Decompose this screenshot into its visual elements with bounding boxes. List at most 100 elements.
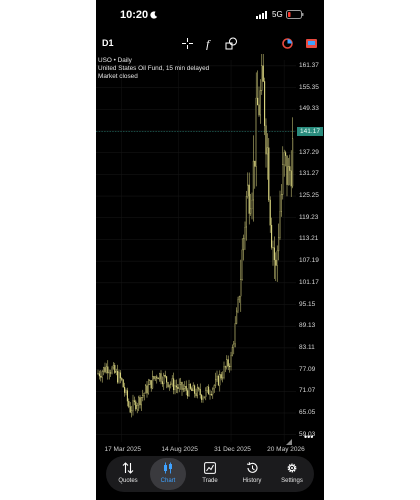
candle-body	[276, 250, 278, 266]
candle-body	[161, 381, 163, 385]
candle-body	[154, 376, 156, 379]
price-axis-label: 95.15	[299, 300, 316, 308]
svg-text:f: f	[206, 37, 211, 50]
timeframe-selector[interactable]: D1	[102, 38, 114, 48]
chart-toolbar: D1 f	[96, 34, 324, 54]
nav-trade-label: Trade	[202, 478, 218, 484]
candle-body	[177, 387, 179, 389]
candle-body	[283, 152, 285, 165]
candle-body	[209, 394, 211, 395]
candle-body	[245, 196, 247, 228]
candle-body	[173, 378, 175, 391]
timer-icon[interactable]	[282, 38, 293, 49]
candle-body	[156, 376, 158, 379]
nav-quotes[interactable]: Quotes	[108, 456, 148, 492]
chart-candles-icon	[164, 462, 172, 474]
nav-trade[interactable]: Trade	[190, 456, 230, 492]
candle-body	[153, 376, 155, 379]
candle-body	[112, 365, 114, 369]
candle-body	[129, 406, 131, 413]
candle-body	[289, 166, 291, 171]
trading-account-icon[interactable]	[306, 39, 317, 48]
price-axis-label: 65.05	[299, 408, 316, 416]
candle-body	[150, 380, 152, 389]
scroll-to-end-icon[interactable]	[286, 439, 292, 445]
candle-body	[124, 387, 126, 393]
price-axis-label: 107.19	[299, 257, 319, 265]
date-axis-label: 17 Mar 2025	[104, 446, 142, 453]
candle-body	[278, 237, 280, 252]
nav-chart[interactable]: Chart	[148, 456, 188, 492]
candle-body	[139, 397, 141, 406]
candle-body	[212, 388, 214, 395]
candle-body	[182, 388, 184, 390]
candle-body	[147, 384, 149, 394]
candle-body	[244, 226, 246, 239]
price-axis-label: 149.33	[299, 105, 319, 113]
candle-body	[201, 394, 203, 400]
candle-body	[167, 382, 169, 388]
candle-body	[206, 386, 208, 391]
candle-body	[292, 138, 294, 187]
signal-icon	[256, 11, 267, 19]
candle-body	[257, 97, 259, 106]
status-bar: 10:20 5G	[96, 0, 324, 32]
nav-settings[interactable]: Settings	[272, 456, 312, 492]
more-options-icon[interactable]: •••	[304, 432, 313, 442]
nav-history[interactable]: History	[232, 456, 272, 492]
date-axis-label: 31 Dec 2025	[214, 446, 251, 453]
nav-settings-label: Settings	[281, 478, 303, 484]
candle-body	[279, 211, 281, 238]
candle-body	[273, 247, 275, 261]
price-axis-label: 89.13	[299, 322, 316, 330]
nav-chart-label: Chart	[160, 478, 176, 484]
candle-body	[241, 249, 243, 280]
candle-body	[128, 401, 130, 407]
chart-canvas[interactable]	[96, 54, 324, 456]
price-axis-label: 77.09	[299, 365, 316, 373]
candle-body	[196, 387, 198, 397]
candle-body	[164, 374, 166, 377]
candle-body	[98, 373, 100, 377]
candle-body	[205, 390, 207, 397]
candle-body	[121, 378, 123, 380]
candle-body	[171, 378, 173, 385]
candle-body	[115, 371, 117, 373]
price-axis-label: 125.25	[299, 192, 319, 200]
candle-body	[215, 378, 217, 386]
price-axis-label: 71.07	[299, 387, 316, 395]
crosshair-icon[interactable]	[182, 38, 193, 49]
candle-body	[231, 347, 233, 356]
candle-body	[149, 380, 151, 385]
candle-body	[101, 371, 103, 378]
candle-body	[265, 125, 267, 155]
candle-body	[117, 371, 119, 383]
history-icon	[246, 462, 258, 473]
candle-body	[135, 401, 137, 410]
candle-body	[240, 279, 242, 297]
candle-body	[125, 390, 127, 393]
nav-history-label: History	[242, 478, 262, 484]
candle-body	[213, 385, 215, 390]
candle-body	[178, 384, 180, 389]
candle-body	[198, 387, 200, 390]
price-chart[interactable]: USO • Daily United States Oil Fund, 15 m…	[96, 54, 324, 456]
candle-body	[143, 393, 145, 396]
objects-icon[interactable]	[225, 37, 238, 50]
candle-body	[203, 396, 205, 399]
candle-body	[254, 160, 256, 167]
candle-body	[184, 386, 186, 389]
candle-body	[189, 384, 191, 389]
market-status: Market closed	[98, 72, 138, 80]
candle-body	[191, 388, 193, 392]
candle-body	[261, 65, 263, 91]
candle-body	[199, 389, 201, 396]
candle-body	[170, 383, 172, 386]
indicators-icon[interactable]: f	[204, 37, 216, 50]
candle-body	[222, 377, 224, 379]
quotes-icon	[122, 462, 134, 474]
chart-info: USO • Daily United States Oil Fund, 15 m…	[98, 57, 209, 80]
candle-body	[107, 366, 109, 374]
candle-body	[119, 372, 121, 379]
candle-body	[227, 359, 229, 367]
